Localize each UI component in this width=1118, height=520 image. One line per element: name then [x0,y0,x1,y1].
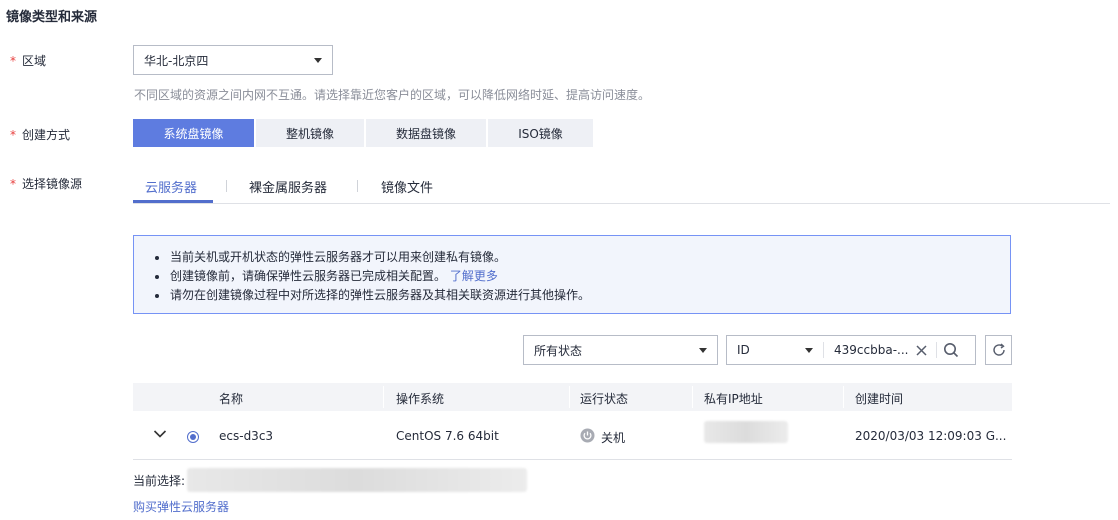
server-status: 关机 [601,431,626,445]
refresh-icon [992,343,1005,356]
chevron-down-icon [699,347,707,353]
required-mark: * [10,54,16,68]
tab-image-file[interactable]: 镜像文件 [381,177,433,196]
info-notice: 当前关机或开机状态的弹性云服务器才可以用来创建私有镜像。 创建镜像前，请确保弹性… [133,235,1011,314]
create-method-label-text: 创建方式 [22,128,71,142]
create-method-label: * 创建方式 [10,126,70,143]
power-off-icon [580,428,595,446]
column-divider [383,386,384,408]
column-divider [569,386,570,408]
method-iso-button[interactable]: ISO镜像 [488,119,593,147]
column-header-status: 运行状态 [580,392,629,406]
learn-more-link[interactable]: 了解更多 [450,269,498,283]
info-line-3: 请勿在创建镜像过程中对所选择的弹性云服务器及其相关联资源进行其他操作。 [155,286,1010,305]
column-header-private-ip: 私有IP地址 [704,392,763,406]
current-selection-label: 当前选择: [133,474,186,488]
column-divider [692,386,693,408]
region-label-text: 区域 [22,54,47,68]
clear-icon[interactable] [912,344,930,356]
region-select-value: 华北-北京四 [144,53,209,68]
search-field-select[interactable]: ID [727,342,824,358]
chevron-down-icon [805,347,813,353]
required-mark: * [10,177,16,191]
search-box: ID 439ccbba-... [726,335,976,365]
current-selection-redacted [187,468,527,492]
chevron-down-icon [314,57,322,63]
status-filter-select[interactable]: 所有状态 [523,335,718,365]
server-name-link[interactable]: ecs-d3c3 [219,429,273,443]
active-tab-indicator [133,200,213,203]
server-os: CentOS 7.6 64bit [396,429,499,443]
region-hint: 不同区域的资源之间内网不互通。请选择靠近您客户的区域，可以降低网络时延、提高访问… [134,88,651,102]
expand-row-chevron-icon[interactable] [153,428,167,442]
method-full-machine-button[interactable]: 整机镜像 [256,119,364,147]
tab-divider [357,180,358,192]
tab-divider [226,180,227,192]
status-filter-value: 所有状态 [534,343,583,358]
refresh-button[interactable] [985,335,1012,365]
method-data-disk-button[interactable]: 数据盘镜像 [366,119,486,147]
region-select[interactable]: 华北-北京四 [133,45,333,75]
column-divider [843,386,844,408]
tabs-baseline [133,203,1110,204]
source-label-text: 选择镜像源 [22,177,83,191]
method-system-disk-button[interactable]: 系统盘镜像 [133,119,254,147]
section-title: 镜像类型和来源 [6,10,98,25]
search-input[interactable]: 439ccbba-... [834,343,912,357]
required-mark: * [10,128,16,142]
private-ip-redacted [704,421,788,443]
buy-ecs-link[interactable]: 购买弹性云服务器 [133,498,229,515]
table-row-divider [133,459,1012,460]
info-line-2-text: 创建镜像前，请确保弹性云服务器已完成相关配置。 [170,269,447,283]
row-select-radio[interactable] [187,431,199,443]
source-label: * 选择镜像源 [10,175,82,192]
search-divider [936,342,937,358]
tab-bare-metal[interactable]: 裸金属服务器 [249,177,327,196]
tab-cloud-server[interactable]: 云服务器 [145,177,197,196]
server-created-time: 2020/03/03 12:09:03 G... [855,429,1007,443]
info-line-2: 创建镜像前，请确保弹性云服务器已完成相关配置。 了解更多 [155,267,1010,286]
info-line-1: 当前关机或开机状态的弹性云服务器才可以用来创建私有镜像。 [155,248,1010,267]
column-header-created: 创建时间 [855,392,904,406]
region-label: * 区域 [10,52,46,69]
search-field-value: ID [737,343,750,357]
column-header-name: 名称 [219,392,244,406]
column-header-os: 操作系统 [396,392,445,406]
search-icon[interactable] [943,342,959,358]
